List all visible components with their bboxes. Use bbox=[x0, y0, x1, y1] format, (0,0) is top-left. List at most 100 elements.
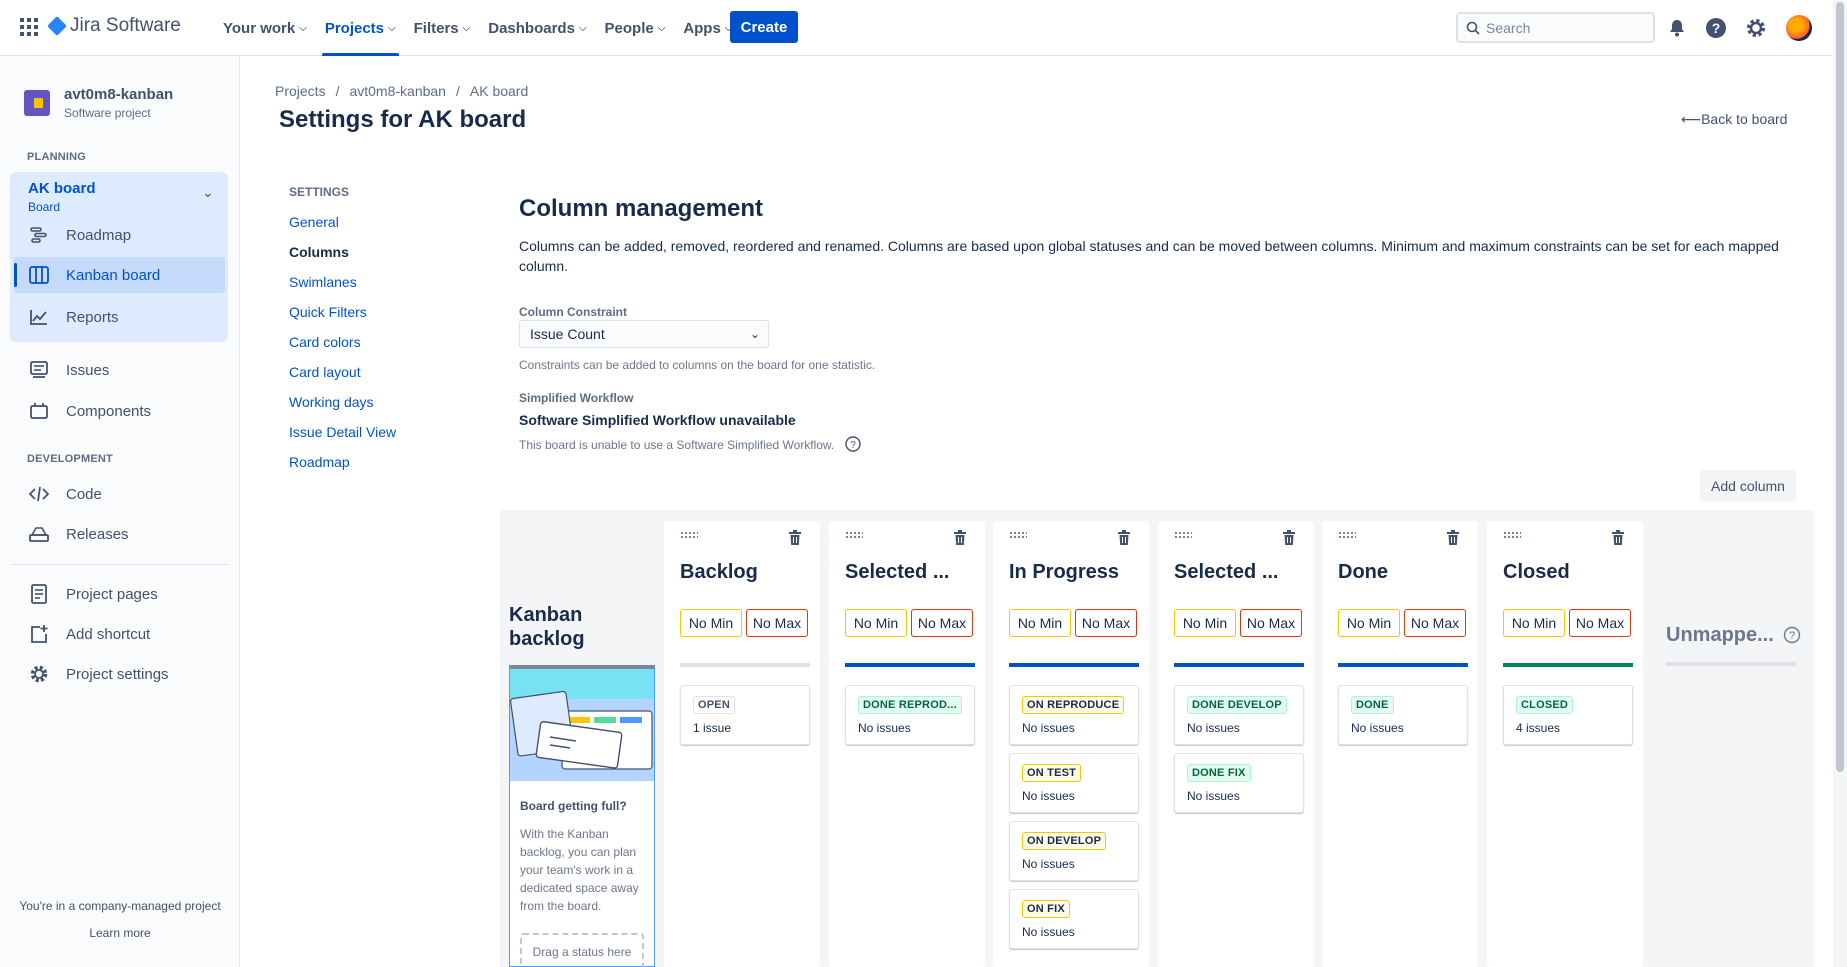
column-max-field[interactable]: No Max bbox=[1075, 609, 1137, 637]
trash-icon[interactable] bbox=[1117, 530, 1131, 546]
breadcrumb-projects[interactable]: Projects bbox=[275, 83, 326, 99]
trash-icon[interactable] bbox=[788, 530, 802, 546]
sidebar-item-components[interactable]: Components bbox=[28, 393, 224, 429]
help-icon[interactable]: ? bbox=[1704, 16, 1728, 40]
column-max-field[interactable]: No Max bbox=[746, 609, 808, 637]
settings-link-issue-detail-view[interactable]: Issue Detail View bbox=[289, 423, 396, 453]
user-avatar[interactable] bbox=[1786, 15, 1812, 41]
nav-dashboards[interactable]: Dashboards ⌵ bbox=[479, 0, 595, 56]
board-icon bbox=[28, 264, 50, 286]
column-max-field[interactable]: No Max bbox=[1240, 609, 1302, 637]
back-to-board-link[interactable]: ⟵Back to board bbox=[1681, 111, 1787, 128]
sidebar-item-reports[interactable]: Reports bbox=[28, 299, 224, 335]
nav-projects[interactable]: Projects ⌵ bbox=[316, 0, 405, 56]
column-min-field[interactable]: No Min bbox=[1338, 609, 1400, 637]
status-card[interactable]: ON TEST No issues bbox=[1009, 753, 1139, 813]
column-max-field[interactable]: No Max bbox=[911, 609, 973, 637]
status-card[interactable]: CLOSED 4 issues bbox=[1503, 685, 1633, 745]
scrollbar-thumb[interactable] bbox=[1836, 2, 1844, 772]
question-circle-icon[interactable]: ? bbox=[1783, 626, 1801, 644]
board-column[interactable]: Selected ... No Min No Max DONE REPROD... No… bbox=[829, 521, 985, 967]
sidebar-item-project-settings[interactable]: Project settings bbox=[28, 656, 224, 692]
column-max-field[interactable]: No Max bbox=[1404, 609, 1466, 637]
drag-handle-icon[interactable] bbox=[1174, 531, 1192, 539]
drag-handle-icon[interactable] bbox=[1338, 531, 1356, 539]
nav-your-work[interactable]: Your work ⌵ bbox=[214, 0, 316, 56]
column-title[interactable]: In Progress bbox=[1009, 561, 1119, 584]
status-card[interactable]: ON DEVELOP No issues bbox=[1009, 821, 1139, 881]
settings-link-quick-filters[interactable]: Quick Filters bbox=[289, 303, 396, 333]
column-min-field[interactable]: No Min bbox=[845, 609, 907, 637]
status-card[interactable]: DONE REPROD... No issues bbox=[845, 685, 975, 745]
chevron-down-icon[interactable]: ⌄ bbox=[202, 184, 214, 201]
board-column[interactable]: Done No Min No Max DONE No issues bbox=[1322, 521, 1478, 967]
breadcrumb-board[interactable]: AK board bbox=[470, 83, 528, 99]
status-card[interactable]: DONE DEVELOP No issues bbox=[1174, 685, 1304, 745]
column-title[interactable]: Closed bbox=[1503, 561, 1570, 584]
column-title[interactable]: Backlog bbox=[680, 561, 758, 584]
trash-icon[interactable] bbox=[1446, 530, 1460, 546]
column-min-field[interactable]: No Min bbox=[1174, 609, 1236, 637]
status-card[interactable]: OPEN 1 issue bbox=[680, 685, 810, 745]
sidebar-item-issues[interactable]: Issues bbox=[28, 352, 224, 388]
status-lozenge: ON TEST bbox=[1022, 764, 1082, 782]
status-card[interactable]: DONE No issues bbox=[1338, 685, 1468, 745]
jira-logo[interactable]: Jira Software bbox=[47, 15, 181, 37]
page-scrollbar[interactable] bbox=[1833, 0, 1847, 967]
status-drop-zone[interactable]: Drag a status here bbox=[520, 933, 644, 967]
settings-link-roadmap[interactable]: Roadmap bbox=[289, 453, 396, 483]
board-column[interactable]: Backlog No Min No Max OPEN 1 issue bbox=[664, 521, 820, 967]
settings-link-general[interactable]: General bbox=[289, 213, 396, 243]
settings-gear-icon[interactable] bbox=[1744, 16, 1768, 40]
create-button[interactable]: Create bbox=[730, 11, 798, 43]
settings-link-swimlanes[interactable]: Swimlanes bbox=[289, 273, 396, 303]
settings-link-columns[interactable]: Columns bbox=[289, 243, 396, 273]
board-column[interactable]: Selected ... No Min No Max DONE DEVELOP No i… bbox=[1158, 521, 1314, 967]
issue-count: No issues bbox=[1022, 857, 1075, 871]
status-card[interactable]: ON FIX No issues bbox=[1009, 889, 1139, 949]
learn-more-link[interactable]: Learn more bbox=[0, 926, 240, 940]
app-switcher-icon[interactable] bbox=[20, 18, 38, 36]
column-max-field[interactable]: No Max bbox=[1569, 609, 1631, 637]
trash-icon[interactable] bbox=[953, 530, 967, 546]
column-title[interactable]: Selected ... bbox=[1174, 561, 1279, 584]
column-status-bar bbox=[845, 663, 975, 667]
search-box[interactable] bbox=[1456, 12, 1655, 43]
sidebar-item-project-pages[interactable]: Project pages bbox=[28, 576, 224, 612]
sidebar-item-roadmap[interactable]: Roadmap bbox=[28, 217, 224, 253]
drag-handle-icon[interactable] bbox=[1503, 531, 1521, 539]
add-column-button[interactable]: Add column bbox=[1700, 470, 1796, 502]
settings-link-working-days[interactable]: Working days bbox=[289, 393, 396, 423]
column-constraint-select[interactable]: Issue Count ⌄ bbox=[519, 320, 769, 348]
drag-handle-icon[interactable] bbox=[680, 531, 698, 539]
column-min-field[interactable]: No Min bbox=[1503, 609, 1565, 637]
board-column[interactable]: In Progress No Min No Max ON REPRODUCE No is… bbox=[993, 521, 1149, 967]
trash-icon[interactable] bbox=[1611, 530, 1625, 546]
column-min-field[interactable]: No Min bbox=[680, 609, 742, 637]
question-circle-icon[interactable]: ? bbox=[845, 436, 861, 452]
status-lozenge: ON REPRODUCE bbox=[1022, 696, 1125, 714]
column-title[interactable]: Done bbox=[1338, 561, 1388, 584]
nav-filters[interactable]: Filters ⌵ bbox=[405, 0, 480, 56]
sidebar-item-code[interactable]: Code bbox=[28, 476, 224, 512]
board-switcher[interactable]: AK board Board bbox=[28, 180, 96, 214]
settings-link-card-layout[interactable]: Card layout bbox=[289, 363, 396, 393]
settings-link-card-colors[interactable]: Card colors bbox=[289, 333, 396, 363]
search-input[interactable] bbox=[1486, 19, 1646, 36]
sidebar-item-add-shortcut[interactable]: Add shortcut bbox=[28, 616, 224, 652]
sidebar-item-kanban-board[interactable]: Kanban board bbox=[14, 257, 225, 293]
board-column[interactable]: Closed No Min No Max CLOSED 4 issues bbox=[1487, 521, 1643, 967]
column-title[interactable]: Selected ... bbox=[845, 561, 950, 584]
breadcrumb-project[interactable]: avt0m8-kanban bbox=[349, 83, 446, 99]
sidebar-item-releases[interactable]: Releases bbox=[28, 516, 224, 552]
drag-handle-icon[interactable] bbox=[845, 531, 863, 539]
settings-nav: SETTINGS General Columns Swimlanes Quick… bbox=[289, 185, 396, 483]
drag-handle-icon[interactable] bbox=[1009, 531, 1027, 539]
nav-people[interactable]: People ⌵ bbox=[596, 0, 675, 56]
trash-icon[interactable] bbox=[1282, 530, 1296, 546]
notifications-icon[interactable] bbox=[1665, 16, 1689, 40]
column-min-field[interactable]: No Min bbox=[1009, 609, 1071, 637]
status-card[interactable]: DONE FIX No issues bbox=[1174, 753, 1304, 813]
status-card[interactable]: ON REPRODUCE No issues bbox=[1009, 685, 1139, 745]
project-header[interactable]: avt0m8-kanban Software project bbox=[24, 86, 173, 120]
